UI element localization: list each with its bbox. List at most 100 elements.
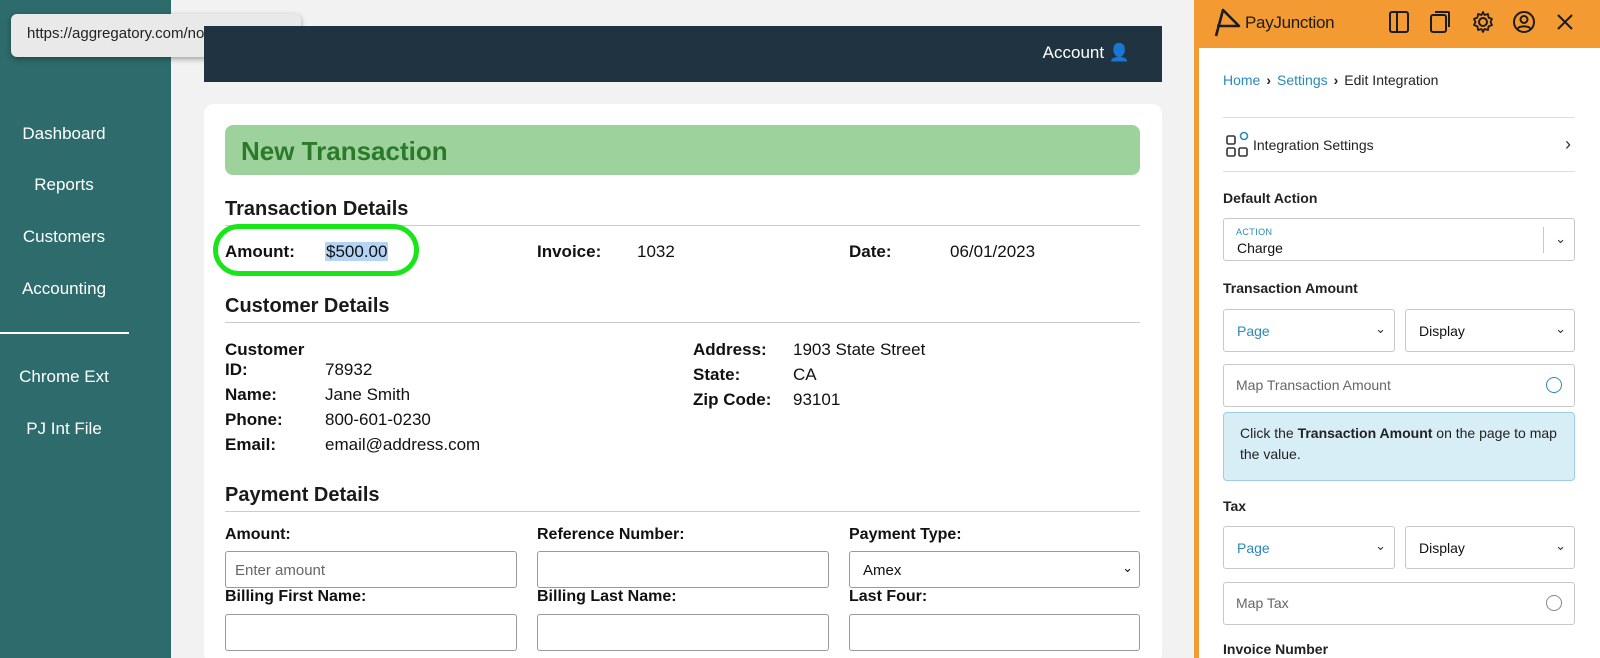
reference-number-label: Reference Number: [537, 526, 685, 543]
new-transaction-banner: New Transaction [225, 125, 1140, 175]
payment-type-select[interactable]: Amex ⌄ [849, 551, 1140, 588]
tax-source-value: Page [1237, 540, 1270, 556]
breadcrumb-home[interactable]: Home [1223, 72, 1260, 88]
chevron-down-icon: ⌄ [1375, 321, 1386, 336]
mode-value: Display [1419, 323, 1465, 339]
hint-text-pre: Click the [1240, 425, 1298, 441]
action-caption: ACTION [1236, 227, 1273, 237]
phone-value: 800-601-0230 [325, 410, 431, 429]
address-value: 1903 State Street [793, 340, 926, 359]
chevron-down-icon: ⌄ [1122, 560, 1133, 575]
transaction-amount-label: Transaction Amount [1223, 280, 1358, 296]
close-icon[interactable] [1555, 12, 1575, 32]
action-select[interactable]: ACTION Charge ⌄ [1223, 218, 1575, 261]
account-menu[interactable]: Account 👤 [1043, 43, 1130, 63]
breadcrumb-settings[interactable]: Settings [1277, 72, 1328, 88]
name-value: Jane Smith [325, 385, 411, 404]
popout-window-icon[interactable] [1429, 10, 1451, 34]
payment-details-title: Payment Details [225, 484, 380, 506]
sidebar-layout-icon[interactable] [1388, 10, 1410, 34]
breadcrumb-separator-icon: › [1266, 72, 1272, 88]
crosshair-icon[interactable] [1546, 595, 1562, 611]
sidebar-item-accounting[interactable]: Accounting [0, 279, 128, 299]
chevron-right-icon: › [1565, 134, 1571, 154]
customer-id-label-2: ID: [225, 360, 248, 379]
tax-source-select[interactable]: Page ⌄ [1223, 526, 1395, 569]
map-transaction-amount-input[interactable]: Map Transaction Amount [1223, 364, 1575, 407]
user-account-icon[interactable] [1512, 10, 1536, 34]
billing-last-name-label: Billing Last Name: [537, 588, 677, 605]
highlight-circle [213, 224, 419, 276]
reference-number-input[interactable] [537, 551, 829, 588]
payment-type-value: Amex [863, 562, 902, 579]
panel-divider [1223, 117, 1575, 118]
sidebar-item-chrome-ext[interactable]: Chrome Ext [0, 367, 128, 387]
email-label: Email: [225, 435, 277, 454]
payjunction-brand: PayJunction [1245, 13, 1335, 32]
date-label: Date: [849, 242, 892, 261]
chevron-down-icon: ⌄ [1375, 538, 1386, 553]
invoice-label: Invoice: [537, 242, 602, 261]
zip-label: Zip Code: [693, 390, 772, 409]
panel-header: PayJunction [1199, 0, 1600, 48]
integration-settings-icon [1226, 131, 1249, 157]
page-title: New Transaction [241, 136, 448, 166]
default-action-label: Default Action [1223, 190, 1318, 206]
section-divider [225, 511, 1140, 512]
email-value: email@address.com [325, 435, 481, 454]
state-label: State: [693, 365, 741, 384]
crosshair-icon[interactable] [1546, 377, 1562, 393]
transaction-card: New Transaction Transaction Details Amou… [204, 104, 1162, 658]
zip-value: 93101 [793, 390, 841, 409]
app-sidebar: Bud Dashboard Reports Customers Accounti… [0, 0, 171, 658]
chevron-down-icon: ⌄ [1555, 231, 1566, 246]
sidebar-divider [0, 332, 129, 334]
payment-type-label: Payment Type: [849, 526, 962, 543]
select-divider [1543, 227, 1544, 253]
breadcrumb-separator-icon: › [1333, 72, 1339, 88]
integration-settings-row[interactable]: Integration Settings › [1223, 130, 1575, 162]
transaction-amount-mode-select[interactable]: Display ⌄ [1405, 309, 1575, 352]
sidebar-item-pj-int-file[interactable]: PJ Int File [0, 419, 128, 439]
map-tax-input[interactable]: Map Tax [1223, 582, 1575, 625]
payjunction-panel: PayJunction Home › Settings › Edit Integrati… [1194, 0, 1600, 658]
hint-text-bold: Transaction Amount [1297, 425, 1433, 441]
map-hint-box: Click the Transaction Amount on the page… [1223, 412, 1575, 481]
breadcrumb-current: Edit Integration [1344, 72, 1439, 88]
customer-id-label: Customer [225, 340, 305, 359]
sidebar-item-customers[interactable]: Customers [0, 227, 128, 247]
sidebar-item-dashboard[interactable]: Dashboard [0, 124, 128, 144]
invoice-number-label: Invoice Number [1223, 641, 1329, 657]
top-header: Account 👤 [204, 26, 1162, 82]
action-value: Charge [1237, 240, 1283, 256]
last-four-label: Last Four: [849, 588, 928, 605]
payment-amount-input[interactable]: Enter amount [225, 551, 517, 588]
tax-label: Tax [1223, 498, 1247, 514]
integration-settings-label: Integration Settings [1253, 137, 1374, 153]
map-transaction-amount-placeholder: Map Transaction Amount [1236, 377, 1391, 393]
breadcrumb: Home › Settings › Edit Integration [1223, 72, 1438, 88]
payment-amount-label: Amount: [225, 526, 291, 543]
billing-last-name-input[interactable] [537, 614, 829, 651]
tax-mode-select[interactable]: Display ⌄ [1405, 526, 1575, 569]
last-four-input[interactable] [849, 614, 1140, 651]
transaction-amount-source-select[interactable]: Page ⌄ [1223, 309, 1395, 352]
chevron-down-icon: ⌄ [1555, 321, 1566, 336]
gear-icon[interactable] [1471, 10, 1495, 34]
customer-id-value: 78932 [325, 360, 373, 379]
transaction-details-title: Transaction Details [225, 198, 409, 220]
invoice-value: 1032 [637, 242, 675, 261]
name-label: Name: [225, 385, 277, 404]
billing-first-name-label: Billing First Name: [225, 588, 367, 605]
map-tax-placeholder: Map Tax [1236, 595, 1289, 611]
sidebar-item-reports[interactable]: Reports [0, 175, 128, 195]
source-value: Page [1237, 323, 1270, 339]
date-value: 06/01/2023 [950, 242, 1036, 261]
chevron-down-icon: ⌄ [1555, 538, 1566, 553]
billing-first-name-input[interactable] [225, 614, 517, 651]
panel-divider [1223, 171, 1575, 172]
payjunction-logo-icon [1214, 8, 1241, 37]
state-value: CA [793, 365, 817, 384]
customer-details-title: Customer Details [225, 295, 390, 317]
phone-label: Phone: [225, 410, 283, 429]
